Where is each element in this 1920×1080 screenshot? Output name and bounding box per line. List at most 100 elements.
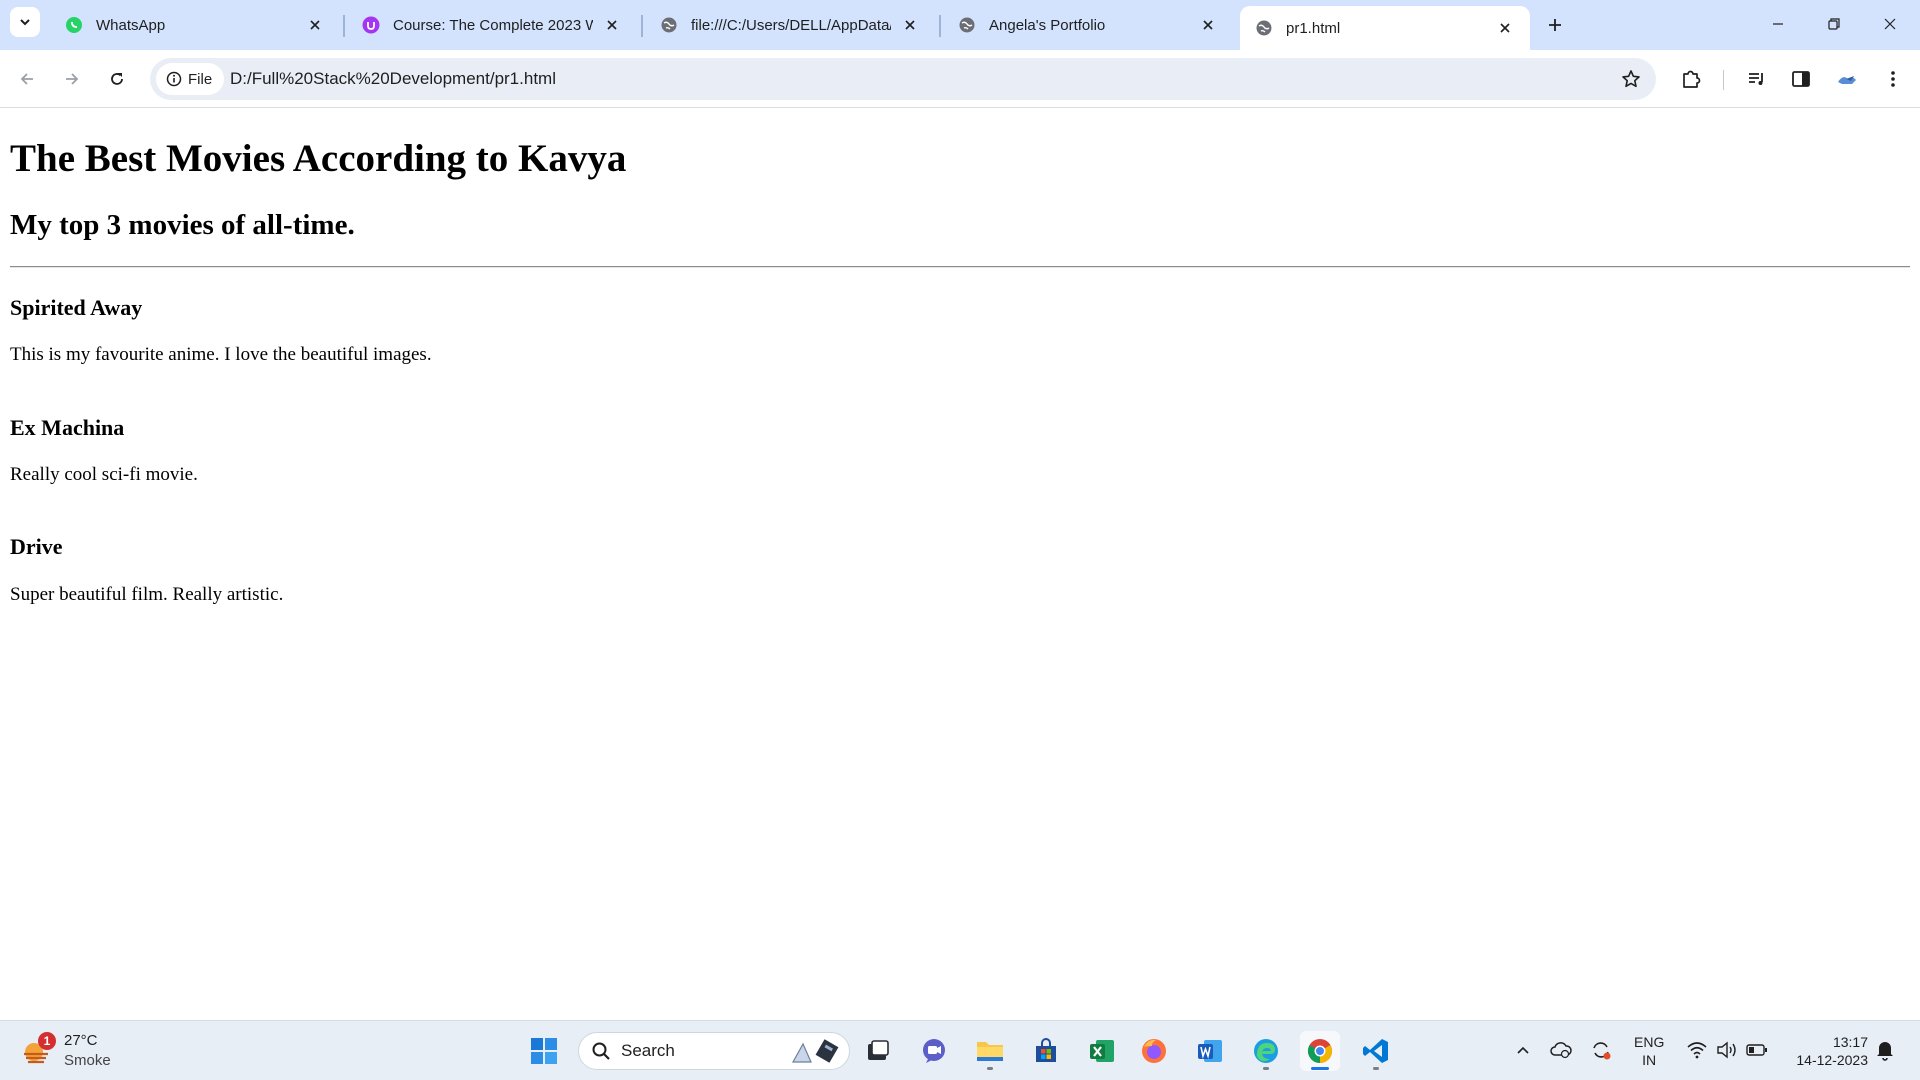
start-button[interactable] [524, 1031, 564, 1071]
forward-button[interactable] [55, 62, 89, 96]
volume-button[interactable] [1714, 1037, 1740, 1063]
firefox-button[interactable] [1134, 1031, 1174, 1071]
battery-icon [1746, 1044, 1767, 1056]
movie-title-drive: Drive [10, 534, 63, 559]
new-tab-button[interactable] [1540, 10, 1570, 40]
close-icon[interactable] [1197, 14, 1219, 36]
teams-chat-button[interactable] [914, 1031, 954, 1071]
whatsapp-icon [64, 15, 84, 35]
side-panel-button[interactable] [1784, 62, 1818, 96]
address-bar[interactable]: File D:/Full%20Stack%20Development/pr1.h… [150, 58, 1656, 100]
show-hidden-icons-button[interactable] [1510, 1037, 1536, 1063]
tab-separator [641, 15, 643, 37]
back-button[interactable] [10, 62, 44, 96]
tab-whatsapp[interactable]: WhatsApp [50, 6, 340, 44]
chat-icon [923, 1039, 945, 1063]
region-code: IN [1642, 1052, 1657, 1068]
reload-button[interactable] [100, 62, 134, 96]
tab-separator [939, 15, 941, 37]
microsoft-store-button[interactable] [1026, 1031, 1066, 1071]
active-indicator [1311, 1067, 1329, 1070]
close-icon[interactable] [899, 14, 921, 36]
battery-button[interactable] [1744, 1037, 1770, 1063]
task-view-button[interactable] [858, 1031, 898, 1071]
search-highlight-icon [791, 1039, 839, 1063]
onedrive-button[interactable] [1548, 1037, 1574, 1063]
search-label: Search [621, 1041, 675, 1060]
task-view-icon [868, 1040, 889, 1060]
file-explorer-button[interactable] [970, 1031, 1010, 1071]
profile-button[interactable] [1830, 62, 1864, 96]
movie-description: Really cool sci-fi movie. [10, 464, 198, 485]
globe-icon [659, 15, 679, 35]
tab-local-file[interactable]: file:///C:/Users/DELL/AppData/L [645, 6, 935, 44]
chevron-down-icon [20, 19, 30, 26]
vscode-button[interactable] [1356, 1031, 1396, 1071]
tab-separator [343, 15, 345, 37]
vscode-icon [1363, 1039, 1388, 1063]
running-indicator [1263, 1067, 1269, 1070]
system-clock[interactable]: 13:17 14-12-2023 [1776, 1033, 1868, 1069]
udemy-icon [361, 15, 381, 35]
arrow-right-icon [66, 73, 79, 85]
media-controls-button[interactable] [1740, 62, 1774, 96]
weather-temperature: 27°C [64, 1032, 98, 1049]
tab-pr1-html[interactable]: pr1.html [1240, 6, 1530, 50]
weather-smoke-icon: 1 [20, 1032, 56, 1068]
chrome-button[interactable] [1300, 1031, 1340, 1071]
wifi-icon [1687, 1042, 1707, 1059]
tab-udemy-course[interactable]: Course: The Complete 2023 We [347, 6, 637, 44]
restore-button[interactable] [1806, 0, 1862, 48]
speaker-icon [1717, 1041, 1736, 1059]
close-icon[interactable] [304, 14, 326, 36]
tab-title: WhatsApp [96, 16, 166, 34]
notifications-button[interactable] [1872, 1037, 1898, 1063]
close-icon[interactable] [601, 14, 623, 36]
bookmark-button[interactable] [1618, 66, 1644, 92]
horizontal-rule [10, 266, 1910, 268]
weather-widget[interactable]: 1 27°C Smoke [20, 1029, 111, 1073]
minimize-button[interactable] [1750, 0, 1806, 48]
movie-title-ex-machina: Ex Machina [10, 415, 125, 440]
site-info-label: File [188, 70, 213, 88]
close-icon[interactable] [1494, 17, 1516, 39]
taskbar-search[interactable]: Search [578, 1032, 850, 1070]
close-window-button[interactable] [1862, 0, 1918, 48]
movie-title-spirited-away: Spirited Away [10, 295, 143, 320]
tab-search-button[interactable] [10, 7, 40, 37]
browser-menu-button[interactable] [1876, 62, 1910, 96]
puzzle-icon [1683, 70, 1701, 88]
more-vert-icon [1891, 71, 1895, 87]
clock-time: 13:17 [1832, 1034, 1868, 1050]
page-heading: The Best Movies According to Kavya [10, 137, 627, 180]
site-info-chip[interactable]: File [156, 63, 225, 95]
windows-logo-icon [531, 1038, 557, 1064]
url-text[interactable]: D:/Full%20Stack%20Development/pr1.html [230, 58, 556, 100]
tab-title: pr1.html [1286, 19, 1341, 37]
bell-icon [1877, 1042, 1893, 1061]
reload-icon [111, 73, 123, 85]
star-icon [1622, 70, 1640, 88]
browser-toolbar: File D:/Full%20Stack%20Development/pr1.h… [0, 50, 1920, 108]
sync-status-button[interactable] [1588, 1037, 1614, 1063]
minimize-icon [1773, 23, 1783, 25]
word-icon [1198, 1040, 1222, 1062]
chevron-up-icon [1517, 1046, 1529, 1054]
word-button[interactable] [1190, 1031, 1230, 1071]
info-icon [166, 71, 182, 87]
running-indicator [987, 1067, 993, 1070]
tab-angelas-portfolio[interactable]: Angela's Portfolio [943, 6, 1233, 44]
tab-title: Course: The Complete 2023 We [393, 16, 593, 34]
notification-badge: 1 [38, 1032, 56, 1050]
input-language-indicator[interactable]: ENG IN [1634, 1033, 1664, 1069]
extensions-button[interactable] [1674, 62, 1708, 96]
edge-button[interactable] [1246, 1031, 1286, 1071]
wifi-button[interactable] [1684, 1037, 1710, 1063]
weather-condition: Smoke [64, 1052, 111, 1069]
restore-icon [1828, 18, 1840, 30]
excel-button[interactable] [1082, 1031, 1122, 1071]
cloud-sync-icon [1550, 1042, 1572, 1059]
plus-icon [1549, 19, 1561, 31]
store-icon [1036, 1038, 1056, 1062]
side-panel-icon [1792, 71, 1810, 87]
